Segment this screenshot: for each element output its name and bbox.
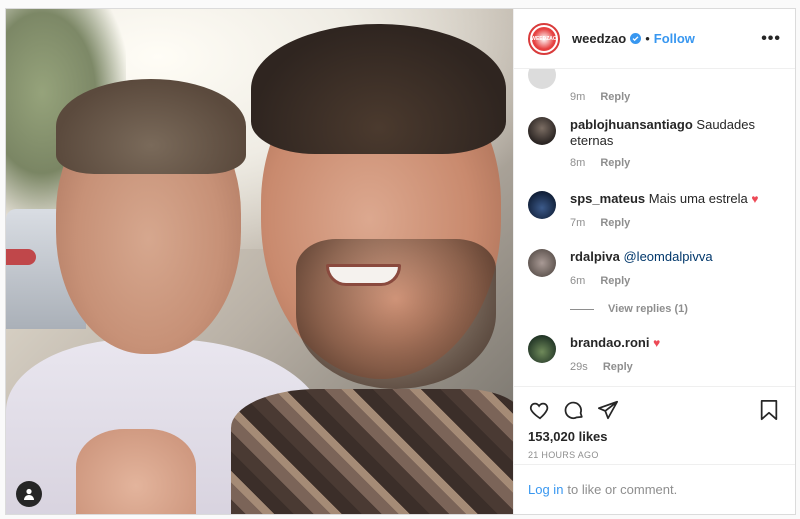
commenter-avatar[interactable] xyxy=(528,117,556,145)
login-prompt-text: to like or comment. xyxy=(567,482,678,497)
post-actions: 153,020 likes 21 HOURS AGO Log in to lik… xyxy=(514,386,795,514)
login-link[interactable]: Log in xyxy=(528,482,563,497)
username[interactable]: weedzao xyxy=(572,31,626,46)
comment-username[interactable]: pablojhuansantiago xyxy=(570,117,693,132)
reply-button[interactable]: Reply xyxy=(600,91,630,103)
comment-meta: 8m Reply xyxy=(570,157,630,169)
comment-text: sps_mateus Mais uma estrela ♥ xyxy=(570,191,783,207)
heart-emoji-icon: ♥ xyxy=(751,192,759,206)
comment-body: Mais uma estrela xyxy=(648,191,748,206)
comment-username[interactable]: sps_mateus xyxy=(570,191,645,206)
post-sidebar: WEEDZAO weedzao • Follow ••• 9m Reply pa… xyxy=(513,9,795,514)
post-timestamp[interactable]: 21 HOURS AGO xyxy=(528,450,781,460)
user-tag-icon[interactable] xyxy=(16,481,42,507)
comment-icon[interactable] xyxy=(562,398,586,422)
comment-username[interactable]: brandao.roni xyxy=(570,335,649,350)
follow-button[interactable]: Follow xyxy=(654,31,695,46)
view-replies-line xyxy=(570,308,594,310)
comment-text: brandao.roni ♥ xyxy=(570,335,783,351)
heart-icon[interactable] xyxy=(528,398,552,422)
reply-button[interactable]: Reply xyxy=(600,217,630,229)
comment-meta: 9m Reply xyxy=(570,91,630,103)
commenter-avatar[interactable] xyxy=(528,69,556,89)
likes-count[interactable]: 153,020 likes xyxy=(528,429,781,444)
action-icons xyxy=(528,395,781,425)
post-header: WEEDZAO weedzao • Follow ••• xyxy=(514,9,795,69)
view-replies-button[interactable]: View replies (1) xyxy=(570,303,688,315)
peace-sign-hand xyxy=(76,429,196,514)
comment-meta: 6m Reply xyxy=(570,275,630,287)
person-right-shirt xyxy=(231,389,513,514)
person-right-smile xyxy=(326,264,401,286)
more-options-button[interactable]: ••• xyxy=(761,30,781,48)
commenter-avatar[interactable] xyxy=(528,335,556,363)
view-replies-label: View replies (1) xyxy=(608,303,688,315)
commenter-avatar[interactable] xyxy=(528,249,556,277)
avatar[interactable]: WEEDZAO xyxy=(528,22,560,55)
avatar-logo: WEEDZAO xyxy=(531,26,557,51)
photo-car-light xyxy=(6,249,36,265)
commenter-avatar[interactable] xyxy=(528,191,556,219)
post-photo[interactable] xyxy=(6,9,513,514)
comment-time: 29s xyxy=(570,361,588,373)
comment-time: 7m xyxy=(570,217,586,229)
comment-time: 6m xyxy=(570,275,586,287)
share-icon[interactable] xyxy=(596,398,620,422)
comment-username[interactable]: rdalpiva xyxy=(570,249,620,264)
reply-button[interactable]: Reply xyxy=(603,361,633,373)
comment-meta: 29s Reply xyxy=(570,361,633,373)
avatar-logo-text: WEEDZAO xyxy=(531,35,557,42)
separator-dot: • xyxy=(645,31,650,46)
comment-time: 8m xyxy=(570,157,586,169)
reply-button[interactable]: Reply xyxy=(600,275,630,287)
comment-time: 9m xyxy=(570,91,586,103)
verified-icon xyxy=(630,33,642,44)
person-right-hair xyxy=(251,24,506,154)
person-left-hair xyxy=(56,79,246,174)
bookmark-icon[interactable] xyxy=(757,398,781,422)
comments-list: 9m Reply pablojhuansantiago Saudades ete… xyxy=(514,69,795,386)
comment-text: pablojhuansantiago Saudades eternas xyxy=(570,117,783,149)
login-prompt: Log in to like or comment. xyxy=(514,464,795,514)
comment-text: rdalpiva @leomdalpivva xyxy=(570,249,783,265)
person-right-beard xyxy=(296,239,496,389)
reply-button[interactable]: Reply xyxy=(600,157,630,169)
post-card: WEEDZAO weedzao • Follow ••• 9m Reply pa… xyxy=(5,8,796,515)
heart-emoji-icon: ♥ xyxy=(653,336,661,350)
comment-meta: 7m Reply xyxy=(570,217,630,229)
comment-mention[interactable]: @leomdalpivva xyxy=(623,249,712,264)
